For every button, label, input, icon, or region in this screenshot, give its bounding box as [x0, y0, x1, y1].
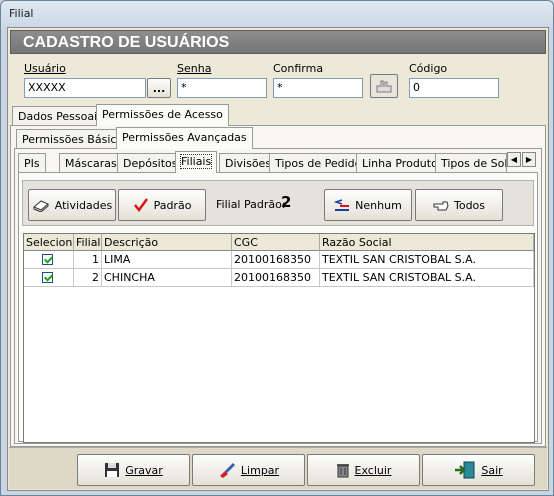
razao-social-cell: TEXTIL SAN CRISTOBAL S.A. [320, 269, 534, 287]
tab-permissoes-avancadas[interactable]: Permissões Avançadas [116, 127, 253, 149]
arrow-left-icon: ◀ [510, 155, 518, 164]
column-header-razao-social[interactable]: Razão Social [320, 234, 534, 251]
column-header-seleciona[interactable]: Seleciona [24, 234, 74, 251]
nenhum-button[interactable]: Nenhum [324, 189, 412, 221]
filial-padrao-value: 2 [281, 193, 292, 211]
window-title: Filial [9, 7, 34, 20]
column-header-descricao[interactable]: Descrição [102, 234, 232, 251]
tab-label: Permissões de Acesso [102, 108, 223, 121]
tab-filiais[interactable]: Filiais [175, 151, 218, 173]
descricao-cell: LIMA [102, 251, 232, 269]
todos-label: Todos [453, 198, 486, 212]
seleciona-cell[interactable] [24, 251, 74, 269]
codigo-label: Código [409, 62, 448, 75]
tab-depositos[interactable]: Depósitos [117, 153, 184, 173]
usuario-label: Usuário [24, 62, 66, 75]
arrow-right-icon: ▶ [525, 155, 533, 164]
brush-icon [219, 462, 235, 478]
tab-label: Tipos de Pedido [275, 157, 362, 170]
tab-mascaras[interactable]: Máscaras [59, 153, 123, 173]
tab-label: Linha Produto [362, 157, 438, 170]
todos-button[interactable]: Todos [415, 189, 503, 221]
padrao-label: Padrão [153, 198, 192, 212]
page-title: CADASTRO DE USUÁRIOS [23, 34, 230, 51]
tab-permissoes-de-acesso[interactable]: Permissões de Acesso [96, 104, 229, 126]
trash-can-icon [336, 464, 349, 478]
row-checkbox[interactable] [42, 272, 53, 283]
tab-scroll-left-button[interactable]: ◀ [507, 152, 521, 167]
excluir-label: Excluir [354, 463, 392, 477]
sair-button[interactable]: Sair [422, 454, 535, 486]
hand-keyboard-icon [376, 80, 392, 93]
tab-label: Filiais [179, 154, 213, 169]
tab-label: Permissões Avançadas [122, 131, 247, 144]
razao-social-cell: TEXTIL SAN CRISTOBAL S.A. [320, 251, 534, 269]
tab-pis[interactable]: PIs [18, 153, 46, 173]
filial-padrao-label: Filial Padrão: [216, 198, 286, 211]
book-icon [32, 200, 49, 212]
column-header-cgc[interactable]: CGC [232, 234, 320, 251]
sair-label: Sair [481, 463, 503, 477]
excluir-button[interactable]: Excluir [307, 454, 420, 486]
senha-label: Senha [177, 62, 212, 75]
nenhum-label: Nenhum [355, 198, 402, 212]
checkmark-icon [133, 198, 148, 213]
gravar-button[interactable]: Gravar [77, 454, 190, 486]
usuario-lookup-button[interactable]: ... [147, 78, 171, 98]
descricao-cell: CHINCHA [102, 269, 232, 287]
tab-label: Máscaras [65, 157, 117, 170]
tab-tipos-de-solic[interactable]: Tipos de Solic [435, 153, 507, 173]
gravar-label: Gravar [125, 463, 163, 477]
keyboard-button[interactable] [370, 74, 398, 98]
filiais-grid: Seleciona Filial Descrição CGC Razão Soc… [23, 233, 535, 443]
confirma-field[interactable]: * [273, 78, 363, 98]
cgc-cell: 20100168350 [232, 269, 320, 287]
codigo-field[interactable]: 0 [409, 78, 499, 98]
tab-label: Permissões Básicas [22, 133, 129, 146]
atividades-label: Atividades [54, 198, 113, 212]
filial-cell: 1 [74, 251, 102, 269]
padrao-button[interactable]: Padrão [118, 189, 206, 221]
column-header-filial[interactable]: Filial [74, 234, 102, 251]
tab-label: Tipos de Solic [441, 157, 506, 170]
tab-label: Divisões [225, 157, 272, 170]
exit-door-icon [455, 461, 475, 479]
row-checkbox[interactable] [42, 254, 53, 265]
pointing-hand-icon [433, 201, 449, 211]
seleciona-cell[interactable] [24, 269, 74, 287]
tab-tipos-de-pedido[interactable]: Tipos de Pedido [269, 153, 368, 173]
floppy-disk-icon [105, 463, 120, 477]
header-band: CADASTRO DE USUÁRIOS [10, 30, 546, 54]
tab-label: Dados Pessoais [18, 110, 103, 123]
usuario-field[interactable]: XXXXX [24, 78, 146, 98]
tab-linha-produto[interactable]: Linha Produto [356, 153, 444, 173]
tab-scroll-right-button[interactable]: ▶ [522, 152, 536, 167]
tab-label: PIs [24, 157, 40, 170]
app-window: Filial CADASTRO DE USUÁRIOS Usuário XXXX… [0, 0, 554, 496]
tab-dados-pessoais[interactable]: Dados Pessoais [12, 106, 109, 126]
cgc-cell: 20100168350 [232, 251, 320, 269]
tab-label: Depósitos [123, 157, 178, 170]
deselect-list-icon [334, 199, 350, 211]
confirma-label: Confirma [273, 62, 324, 75]
atividades-button[interactable]: Atividades [28, 189, 116, 221]
filial-cell: 2 [74, 269, 102, 287]
senha-field[interactable]: * [177, 78, 267, 98]
limpar-button[interactable]: Limpar [192, 454, 305, 486]
limpar-label: Limpar [240, 463, 280, 477]
